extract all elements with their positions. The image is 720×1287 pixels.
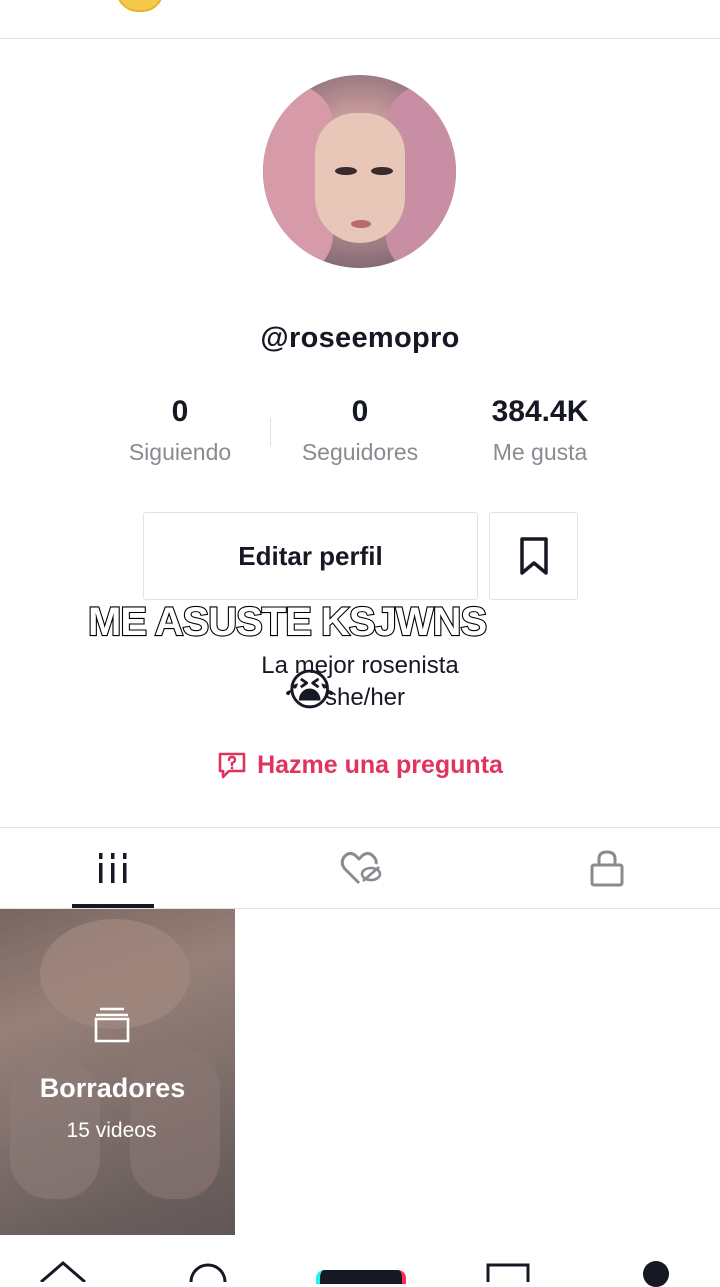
inbox-icon[interactable] [485, 1262, 531, 1282]
following-label: Siguiendo [128, 439, 232, 465]
stat-likes[interactable]: 384.4K Me gusta [450, 395, 630, 466]
drafts-title: Borradores [39, 1073, 186, 1103]
edit-profile-button[interactable]: Editar perfil [143, 512, 478, 600]
drafts-count: 15 videos [66, 1119, 157, 1142]
following-count: 0 [171, 395, 189, 428]
likes-count: 384.4K [491, 395, 589, 428]
avatar[interactable] [263, 75, 456, 268]
create-button[interactable] [316, 1270, 406, 1284]
content-tabs [0, 827, 720, 909]
bottom-nav [0, 1240, 720, 1287]
drafts-tile[interactable] [0, 909, 235, 1235]
stat-followers[interactable]: 0 Seguidores [270, 395, 450, 466]
bookmark-button[interactable] [489, 512, 578, 600]
bio-line-1: La mejor rosenista [261, 652, 459, 679]
username: @roseemopro [260, 322, 460, 354]
active-tab-indicator [72, 904, 154, 908]
home-icon[interactable] [38, 1260, 88, 1282]
grid-icon [99, 853, 127, 883]
question-box-icon [218, 752, 246, 779]
tab-videos[interactable] [72, 828, 154, 908]
drafts-box-icon [94, 1007, 130, 1043]
emoji-icon [116, 0, 164, 12]
crying-emoji: 😭 [284, 666, 336, 715]
ask-question-link[interactable]: Hazme una pregunta [0, 750, 720, 780]
bookmark-icon [519, 537, 548, 575]
ask-question-label: Hazme una pregunta [257, 750, 503, 779]
likes-label: Me gusta [492, 439, 588, 465]
search-icon[interactable] [186, 1260, 230, 1282]
profile-icon[interactable] [643, 1261, 669, 1287]
followers-label: Seguidores [301, 439, 419, 465]
liked-hidden-icon [340, 851, 382, 885]
lock-icon [590, 850, 624, 887]
bio-line-2: she/her [324, 684, 406, 711]
top-bar [0, 0, 720, 39]
stat-following[interactable]: 0 Siguiendo [90, 395, 270, 466]
overlay-caption: ME ASUSTE KSJWNS [87, 599, 488, 645]
followers-count: 0 [351, 395, 369, 428]
tab-liked[interactable] [320, 828, 402, 908]
tab-private[interactable] [566, 828, 648, 908]
